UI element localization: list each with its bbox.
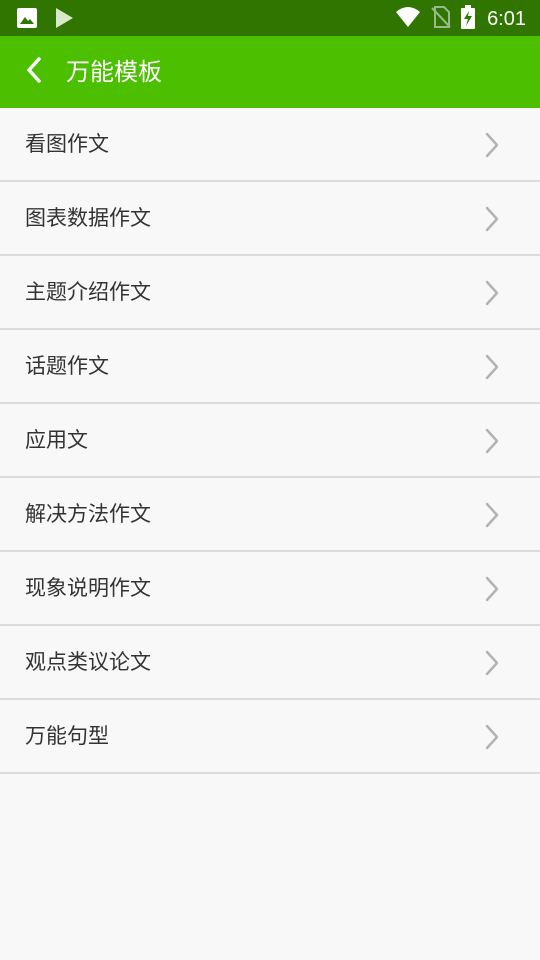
template-list: 看图作文 图表数据作文 主题介绍作文 话题作文 应用文 解决方法作文 现象说明作… (0, 108, 540, 774)
list-item-label: 主题介绍作文 (25, 280, 151, 304)
list-item[interactable]: 解决方法作文 (0, 478, 540, 552)
list-item[interactable]: 图表数据作文 (0, 182, 540, 256)
chevron-right-icon (482, 722, 502, 752)
image-icon (16, 7, 38, 33)
list-item-label: 应用文 (25, 428, 88, 452)
chevron-right-icon (482, 500, 502, 530)
list-item[interactable]: 话题作文 (0, 330, 540, 404)
app-bar: 万能模板 (0, 36, 540, 108)
list-item[interactable]: 观点类议论文 (0, 626, 540, 700)
list-item[interactable]: 主题介绍作文 (0, 256, 540, 330)
status-bar-left (16, 7, 90, 33)
chevron-right-icon (482, 130, 502, 160)
chevron-right-icon (482, 426, 502, 456)
chevron-right-icon (482, 574, 502, 604)
play-store-icon (54, 7, 74, 33)
page-title: 万能模板 (66, 58, 162, 86)
list-item-label: 解决方法作文 (25, 502, 151, 526)
chevron-right-icon (482, 204, 502, 234)
battery-charging-icon (461, 5, 476, 33)
chevron-left-icon (24, 55, 44, 89)
status-bar-right: 6:01 (385, 5, 526, 33)
list-item-label: 看图作文 (25, 132, 109, 156)
list-item[interactable]: 现象说明作文 (0, 552, 540, 626)
chevron-right-icon (482, 278, 502, 308)
list-item-label: 话题作文 (25, 354, 109, 378)
status-time: 6:01 (487, 8, 526, 30)
list-item[interactable]: 应用文 (0, 404, 540, 478)
list-item[interactable]: 看图作文 (0, 108, 540, 182)
status-bar: 6:01 (0, 0, 540, 36)
no-sim-icon (431, 6, 451, 32)
chevron-right-icon (482, 648, 502, 678)
list-item[interactable]: 万能句型 (0, 700, 540, 774)
list-item-label: 观点类议论文 (25, 650, 151, 674)
list-item-label: 万能句型 (25, 724, 109, 748)
list-item-label: 图表数据作文 (25, 206, 151, 230)
wifi-icon (395, 6, 421, 32)
list-item-label: 现象说明作文 (25, 576, 151, 600)
back-button[interactable] (14, 54, 54, 90)
chevron-right-icon (482, 352, 502, 382)
